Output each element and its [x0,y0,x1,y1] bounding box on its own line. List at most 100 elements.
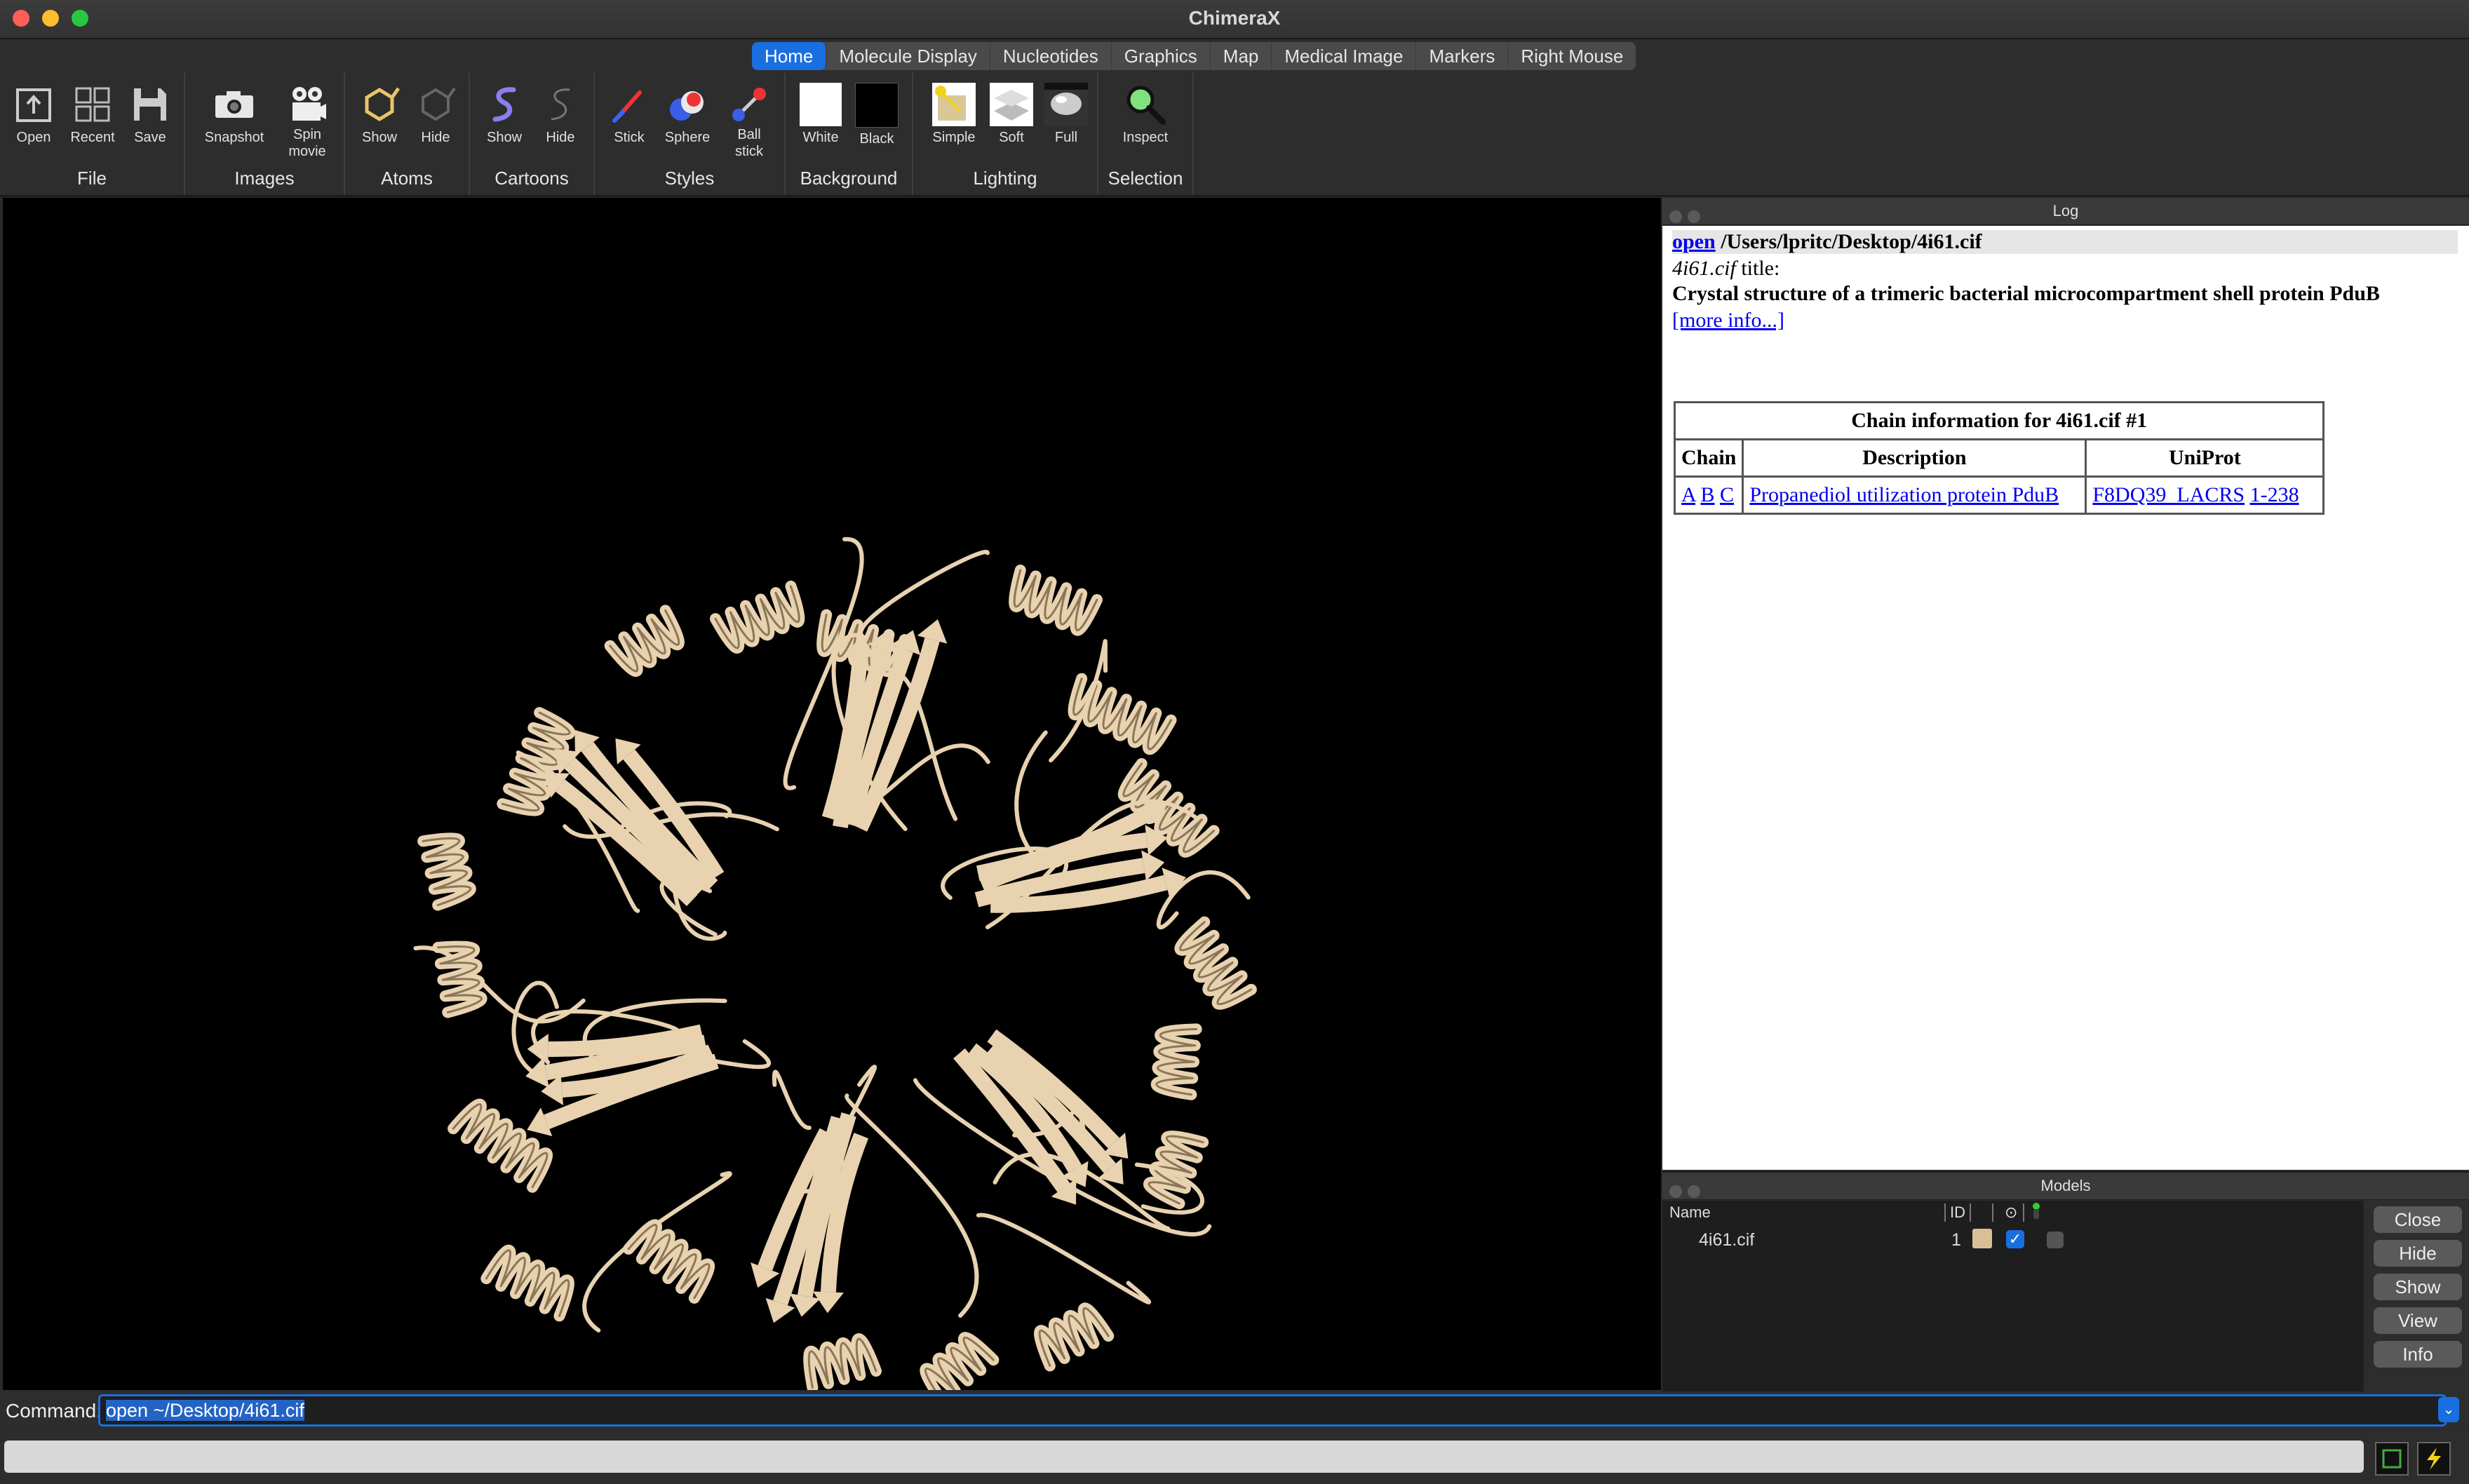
cartoons-group-label: Cartoons [495,168,569,189]
model-color-swatch[interactable] [1972,1229,1992,1248]
camera-icon [213,83,256,126]
show-cartoons-button[interactable]: Show [478,79,530,146]
info-model-button[interactable]: Info [2374,1341,2462,1368]
simple-lighting-icon [932,83,976,126]
graphics-viewport[interactable] [3,198,1661,1390]
tab-medical-image[interactable]: Medical Image [1272,42,1417,70]
description-column-header: Description [1742,438,2087,478]
movie-camera-icon [285,83,329,126]
styles-group-label: Styles [664,168,715,189]
tab-map[interactable]: Map [1211,42,1272,70]
chain-info-table: Chain information for 4i61.cif #1 Chain … [1673,401,2325,515]
uniprot-column-header: UniProt [2085,438,2325,478]
home-toolbar: Open Recent Save File Snapshot Spin movi… [0,73,2469,197]
hide-atoms-button[interactable]: Hide [410,79,462,146]
uniprot-link[interactable]: F8DQ39_LACRS [2092,483,2245,506]
recent-grid-icon [71,83,114,126]
models-table: Name ID ⊙ 4i61.cif 1 ✓ [1662,1201,2364,1391]
tab-molecule-display[interactable]: Molecule Display [826,42,990,70]
show-model-button[interactable]: Show [2374,1274,2462,1300]
tab-right-mouse[interactable]: Right Mouse [1508,42,1636,70]
command-history-dropdown[interactable]: ⌄ [2438,1397,2459,1422]
structure-title: Crystal structure of a trimeric bacteria… [1672,282,2380,305]
full-lighting-button[interactable]: Full [1040,79,1093,146]
tab-markers[interactable]: Markers [1416,42,1509,70]
soft-lighting-icon [990,83,1033,126]
hide-cartoons-button[interactable]: Hide [534,79,586,146]
view-model-button[interactable]: View [2374,1307,2462,1334]
save-button[interactable]: Save [123,79,177,146]
recent-button[interactable]: Recent [65,79,121,146]
white-background-button[interactable]: White [794,79,847,146]
model-name: 4i61.cif [1699,1230,1755,1250]
soft-lighting-button[interactable]: Soft [983,79,1040,146]
chain-a-link[interactable]: A [1681,483,1695,506]
black-swatch-icon [855,83,899,128]
command-label: Command: [6,1400,102,1422]
images-group-label: Images [234,168,295,189]
tab-nucleotides[interactable]: Nucleotides [990,42,1112,70]
log-content: open /Users/lpritc/Desktop/4i61.cif 4i61… [1662,226,2469,1170]
status-message-field [4,1441,2364,1473]
log-title-line: 4i61.cif title: [1672,257,1780,280]
open-command-link[interactable]: open [1672,230,1716,253]
chain-c-link[interactable]: C [1720,483,1734,506]
ball-stick-icon [727,83,771,126]
models-buttons: Close Hide Show View Info [2368,1206,2466,1375]
cartoon-hide-icon [539,83,582,126]
protein-ribbon-render [413,537,1257,1390]
hide-model-button[interactable]: Hide [2374,1240,2462,1267]
snapshot-button[interactable]: Snapshot [199,79,269,146]
background-group: White Black Background [786,73,913,195]
lightning-icon[interactable] [2417,1442,2451,1476]
status-bar [0,1431,2469,1484]
description-link[interactable]: Propanediol utilization protein PduB [1749,483,2059,506]
open-button[interactable]: Open [7,79,60,146]
atoms-group-label: Atoms [381,168,433,189]
background-group-label: Background [800,168,898,189]
selection-column-icon [2031,1202,2041,1225]
stick-style-button[interactable]: Stick [605,79,654,146]
chain-links-cell: A B C [1673,475,1744,515]
models-header: Models [1662,1173,2469,1200]
close-model-button[interactable]: Close [2374,1206,2462,1233]
lighting-group: Simple Soft Full Lighting [913,73,1098,195]
id-column-header[interactable]: ID [1950,1203,1965,1222]
simple-lighting-button[interactable]: Simple [926,79,982,146]
more-info-link[interactable]: [more info...] [1672,309,1784,332]
spin-movie-button[interactable]: Spin movie [278,79,337,160]
model-id: 1 [1951,1230,1961,1250]
inspect-button[interactable]: Inspect [1112,79,1178,146]
model-row[interactable]: 4i61.cif 1 ✓ [1662,1226,2364,1251]
command-line: Command: open ~/Desktop/4i61.cif ⌄ [0,1391,2469,1429]
command-input[interactable]: open ~/Desktop/4i61.cif [98,1394,2447,1426]
magnifier-icon [1124,83,1167,126]
name-column-header[interactable]: Name [1669,1203,1711,1222]
atoms-show-icon [358,83,401,126]
ball-stick-style-button[interactable]: Ball stick [721,79,777,160]
file-group: Open Recent Save File [0,73,185,195]
title-bar: ChimeraX [0,0,2469,39]
black-background-button[interactable]: Black [850,79,903,147]
tab-home[interactable]: Home [752,42,827,70]
atoms-hide-icon [414,83,457,126]
atoms-group: Show Hide Atoms [345,73,470,195]
styles-group: Stick Sphere Ball stick Styles [595,73,786,195]
open-icon [12,83,55,126]
panel-toggle-icon[interactable] [2375,1442,2409,1476]
model-visible-checkbox[interactable]: ✓ [2006,1230,2024,1248]
trimer-ribbons [413,537,1257,1390]
sphere-style-button[interactable]: Sphere [658,79,717,146]
description-cell: Propanediol utilization protein PduB [1742,475,2087,515]
tab-row: Home Molecule Display Nucleotides Graphi… [0,39,2469,73]
log-header: Log [1662,198,2469,225]
save-disk-icon [128,83,172,126]
full-lighting-icon [1044,83,1088,126]
models-panel: Models Name ID ⊙ 4i61.cif 1 ✓ Close Hide… [1662,1171,2469,1391]
chain-b-link[interactable]: B [1701,483,1715,506]
lighting-group-label: Lighting [973,168,1037,189]
show-atoms-button[interactable]: Show [354,79,405,146]
model-select-checkbox[interactable] [2047,1232,2064,1248]
tab-graphics[interactable]: Graphics [1112,42,1211,70]
residue-range-link[interactable]: 1-238 [2250,483,2299,506]
